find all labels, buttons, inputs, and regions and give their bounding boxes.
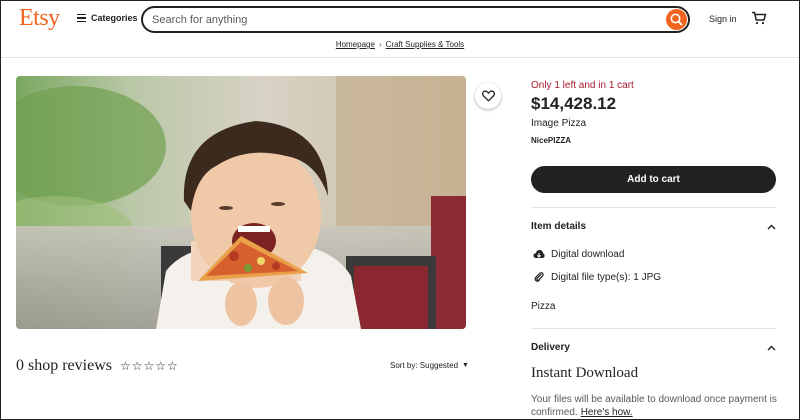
paperclip-icon	[534, 272, 544, 282]
stock-notice: Only 1 left and in 1 cart	[531, 80, 634, 91]
categories-button[interactable]: Categories	[77, 13, 138, 23]
chevron-up-icon	[767, 224, 776, 229]
heart-icon	[481, 90, 495, 102]
file-type-label: Digital file type(s): 1 JPG	[551, 271, 662, 283]
sort-caret-icon: ▼	[462, 362, 469, 369]
search-input[interactable]	[152, 12, 652, 28]
breadcrumb-craft-supplies[interactable]: Craft Supplies & Tools	[386, 40, 465, 49]
section-divider	[531, 328, 776, 329]
chevron-up-icon	[767, 345, 776, 350]
header-divider	[1, 57, 799, 58]
file-type-row: Digital file type(s): 1 JPG	[533, 271, 661, 283]
cart-icon	[752, 11, 767, 25]
breadcrumb-homepage[interactable]: Homepage	[336, 40, 375, 49]
section-divider	[531, 207, 776, 208]
sign-in-link[interactable]: Sign in	[709, 14, 737, 24]
shop-name-link[interactable]: NicePIZZA	[531, 136, 571, 145]
site-header: Etsy Categories Sign in	[1, 1, 799, 37]
digital-download-row: Digital download	[533, 249, 624, 260]
hamburger-icon	[77, 14, 86, 22]
breadcrumb-separator: ›	[378, 40, 382, 49]
sort-dropdown[interactable]: Sort by: Suggested ▼	[390, 361, 469, 370]
instant-download-title: Instant Download	[531, 365, 639, 381]
search-icon	[670, 13, 683, 26]
search-button[interactable]	[666, 9, 687, 30]
item-details-heading: Item details	[531, 221, 587, 232]
delivery-heading: Delivery	[531, 342, 570, 353]
price: $14,428.12	[531, 94, 617, 113]
breadcrumb: Homepage › Craft Supplies & Tools	[1, 40, 799, 49]
listing-photo[interactable]	[16, 76, 466, 329]
etsy-logo[interactable]: Etsy	[19, 5, 60, 32]
digital-download-label: Digital download	[551, 249, 625, 260]
download-cloud-icon	[533, 250, 545, 258]
favorite-button[interactable]	[475, 83, 501, 109]
boy-eating-pizza-image	[16, 76, 466, 329]
sort-label: Sort by: Suggested	[390, 361, 459, 370]
cart-button[interactable]	[751, 11, 767, 30]
categories-label: Categories	[91, 13, 138, 23]
heres-how-link[interactable]: Here's how.	[581, 407, 633, 418]
reviews-title: 0 shop reviews	[16, 357, 112, 374]
add-to-cart-button[interactable]: Add to cart	[531, 166, 776, 193]
item-description: Pizza	[531, 301, 556, 312]
delivery-toggle[interactable]: Delivery	[531, 342, 776, 353]
search-bar	[141, 6, 690, 33]
delivery-note-text: Your files will be available to download…	[531, 394, 777, 418]
delivery-note: Your files will be available to download…	[531, 393, 781, 419]
item-details-toggle[interactable]: Item details	[531, 221, 776, 232]
star-rating: ☆☆☆☆☆	[119, 359, 179, 373]
shop-reviews-header: 0 shop reviews ☆☆☆☆☆	[16, 357, 179, 375]
listing-title: Image Pizza	[531, 118, 587, 129]
